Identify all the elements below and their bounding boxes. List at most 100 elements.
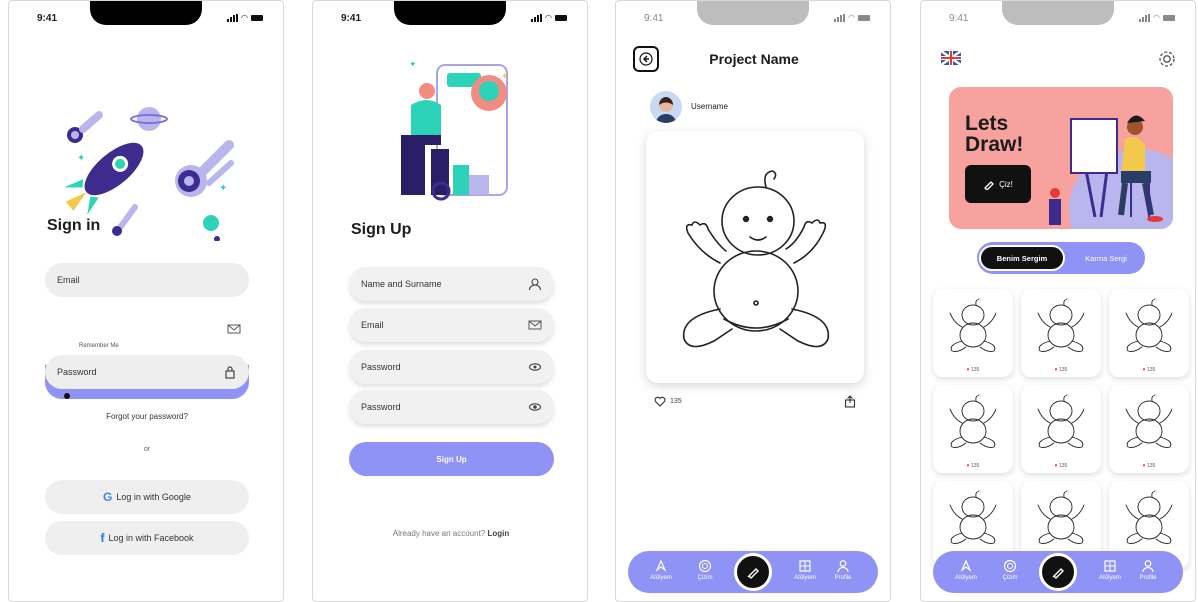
email-placeholder: Email <box>57 275 80 285</box>
user-icon <box>528 278 542 291</box>
email-field[interactable]: Email <box>45 263 249 297</box>
nav-item-cizim[interactable]: Çizim <box>993 559 1027 581</box>
eye-icon[interactable] <box>528 400 542 414</box>
heart-icon: ♥ <box>1142 367 1146 373</box>
svg-text:✦: ✦ <box>219 183 227 194</box>
like-count: 135 <box>1147 367 1156 373</box>
phone-illustration: ✦ ✦ <box>401 59 509 201</box>
password-field[interactable]: Password <box>45 355 249 389</box>
grid-icon <box>1104 560 1116 572</box>
avatar[interactable] <box>650 91 682 123</box>
signal-icon <box>227 13 239 22</box>
nav-label: Profile <box>1139 575 1157 581</box>
name-field[interactable]: Name and Surname <box>349 267 554 301</box>
remember-me-label[interactable]: Remember Me <box>79 343 119 349</box>
lock-icon <box>225 366 235 379</box>
nav-item-profile[interactable]: Profile <box>826 559 860 581</box>
gallery-thumbnail[interactable]: ♥ 135 <box>1021 385 1101 473</box>
like-count: 135 <box>1059 463 1068 469</box>
login-link[interactable]: Login <box>487 529 509 538</box>
nav-item-gallery[interactable]: Atölyem <box>788 559 822 581</box>
gallery-thumbnail[interactable]: ♥ 135 <box>1021 289 1101 377</box>
login-prompt: Already have an account? Login <box>313 529 587 538</box>
google-login-button[interactable]: G Log in with Google <box>45 480 249 514</box>
coin-icon <box>1003 559 1017 573</box>
draw-fab-button[interactable] <box>1039 553 1077 591</box>
email-field[interactable]: Email <box>349 308 554 342</box>
name-placeholder: Name and Surname <box>361 279 442 289</box>
baby-drawing-icon <box>949 490 997 544</box>
password-placeholder: Password <box>361 362 401 372</box>
brush-icon <box>747 568 759 579</box>
gallery-thumbnail[interactable]: ♥ 135 <box>933 289 1013 377</box>
gallery-thumbnail[interactable]: ♥ 135 <box>1109 385 1189 473</box>
wifi-icon: ◠ <box>241 13 248 22</box>
share-icon[interactable] <box>844 395 856 408</box>
gallery-thumbnail[interactable]: ♥ 135 <box>1109 289 1189 377</box>
draw-button[interactable]: Çiz! <box>965 165 1031 203</box>
project-screen: 9:41 ◠ Project Name Username 135 Atölyem… <box>615 0 891 602</box>
bottom-nav: Atölyem Çizim Atölyem Profile <box>628 551 878 593</box>
draw-button-label: Çiz! <box>999 179 1013 189</box>
notch <box>394 1 506 25</box>
bottom-nav: Atölyem Çizim Atölyem Profile <box>933 551 1183 593</box>
baby-drawing-icon <box>1037 490 1085 544</box>
eye-icon[interactable] <box>528 360 542 374</box>
page-title: Sign in <box>47 217 101 234</box>
nav-label: Çizim <box>1002 575 1018 581</box>
grid-icon <box>799 560 811 572</box>
nav-item-cizim[interactable]: Çizim <box>688 559 722 581</box>
signup-screen: 9:41 ◠ ✦ ✦ Sign Up Name and Surname Emai… <box>312 0 588 602</box>
gallery-thumbnail[interactable]: ♥ 135 <box>933 385 1013 473</box>
rocket-icon <box>960 559 972 572</box>
svg-text:✦: ✦ <box>501 71 509 81</box>
nav-label: Atölyem <box>1099 575 1121 581</box>
baby-drawing-icon <box>682 170 830 348</box>
uk-flag-icon[interactable] <box>941 51 961 65</box>
remember-me-toggle[interactable] <box>64 393 70 399</box>
nav-item-profile[interactable]: Profile <box>1131 559 1165 581</box>
heart-icon: ♥ <box>966 463 970 469</box>
coin-icon <box>698 559 712 573</box>
nav-item-gallery[interactable]: Atölyem <box>1093 559 1127 581</box>
nav-item-atolyem[interactable]: Atölyem <box>949 559 983 581</box>
banner-title: Lets Draw! <box>965 113 1023 155</box>
draw-fab-button[interactable] <box>734 553 772 591</box>
drawing-canvas[interactable] <box>646 131 864 383</box>
status-time: 9:41 <box>644 13 664 24</box>
notch <box>1002 1 1114 25</box>
notch <box>697 1 809 25</box>
facebook-login-button[interactable]: f Log in with Facebook <box>45 521 249 555</box>
account-prefix: Already have an account? <box>392 529 486 538</box>
battery-icon <box>251 14 263 21</box>
heart-icon: ♥ <box>1142 463 1146 469</box>
like-control[interactable]: 135 <box>654 396 682 407</box>
battery-icon <box>555 14 567 21</box>
username[interactable]: Username <box>691 102 728 111</box>
svg-text:✦: ✦ <box>77 153 85 164</box>
status-icons: ◠ <box>227 13 263 22</box>
brush-icon <box>1052 568 1064 579</box>
tab-karma-sergi[interactable]: Karma Sergi <box>1069 245 1143 271</box>
password-field[interactable]: Password <box>349 350 554 384</box>
confirm-password-field[interactable]: Password <box>349 390 554 424</box>
painter-illustration <box>1049 115 1173 229</box>
thumbnail-like-count: ♥ 135 <box>1021 463 1101 469</box>
svg-text:✦: ✦ <box>409 59 417 69</box>
signal-icon <box>531 13 543 22</box>
forgot-password-link[interactable]: Forgot your password? <box>9 412 283 421</box>
tab-benim-sergim[interactable]: Benim Sergim <box>979 245 1065 271</box>
heart-icon: ♥ <box>1054 463 1058 469</box>
home-screen: 9:41 ◠ Lets Draw! Çiz! Benim Sergim Karm… <box>920 0 1196 602</box>
nav-item-atolyem[interactable]: Atölyem <box>644 559 678 581</box>
signup-button[interactable]: Sign Up <box>349 442 554 476</box>
signal-icon <box>834 13 846 22</box>
wifi-icon: ◠ <box>1153 13 1160 22</box>
status-icons: ◠ <box>1139 13 1175 22</box>
profile-icon <box>1142 560 1154 573</box>
nav-label: Atölyem <box>955 575 977 581</box>
baby-drawing-icon <box>1125 394 1173 448</box>
gear-icon[interactable] <box>1157 49 1177 69</box>
nav-label: Atölyem <box>650 575 672 581</box>
baby-drawing-icon <box>1037 298 1085 352</box>
